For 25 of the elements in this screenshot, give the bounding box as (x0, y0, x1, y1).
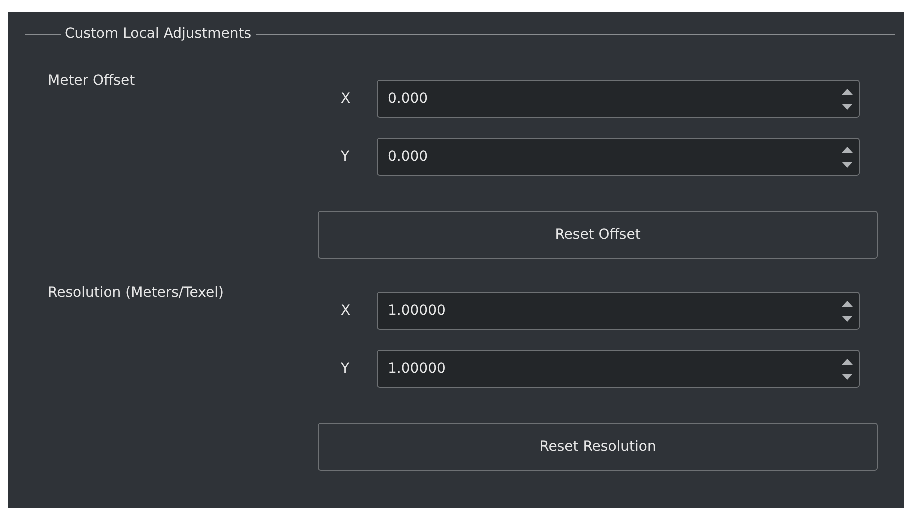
up-arrow-icon[interactable] (842, 88, 853, 94)
reset-button[interactable]: Reset Resolution (318, 423, 878, 471)
down-arrow-icon[interactable] (842, 316, 853, 322)
spinbox-value: 0.000 (388, 148, 430, 166)
number-spinbox[interactable]: 0.000 (377, 80, 860, 118)
number-spinbox[interactable]: 1.00000 (377, 350, 860, 388)
up-arrow-icon[interactable] (842, 358, 853, 364)
spinbox-value: 0.000 (388, 90, 430, 108)
section-label: Meter Offset (48, 72, 136, 90)
up-arrow-icon[interactable] (842, 300, 853, 306)
number-spinbox[interactable]: 0.000 (377, 138, 860, 176)
down-arrow-icon[interactable] (842, 104, 853, 110)
down-arrow-icon[interactable] (842, 374, 853, 380)
up-arrow-icon[interactable] (842, 146, 853, 152)
axis-label: X (341, 90, 352, 108)
spinbox-value: 1.00000 (388, 360, 447, 378)
reset-button[interactable]: Reset Offset (318, 211, 878, 259)
section-label: Resolution (Meters/Texel) (48, 284, 225, 302)
spinbox-value: 1.00000 (388, 302, 447, 320)
axis-label: Y (341, 360, 351, 378)
axis-label: X (341, 302, 352, 320)
group-title: Custom Local Adjustments (64, 25, 252, 43)
axis-label: Y (341, 148, 351, 166)
down-arrow-icon[interactable] (842, 162, 853, 168)
number-spinbox[interactable]: 1.00000 (377, 292, 860, 330)
